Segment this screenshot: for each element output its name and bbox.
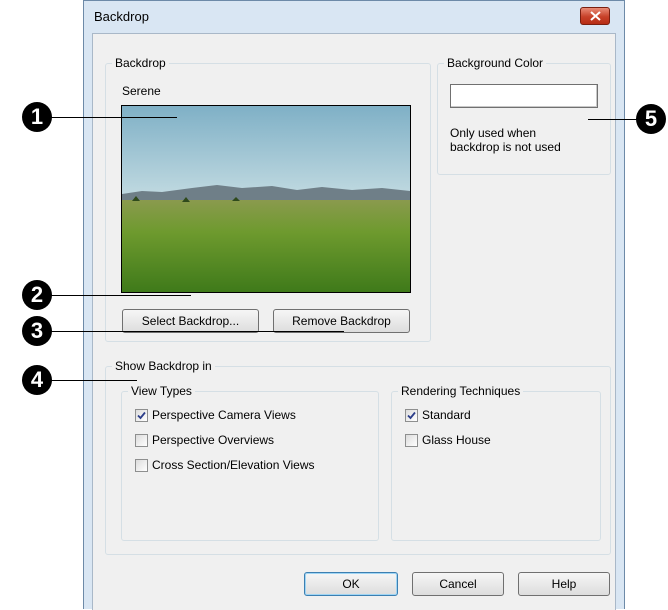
callout-3-leader: [37, 331, 344, 332]
backdrop-group-legend: Backdrop: [112, 56, 169, 70]
background-note-line1: Only used when: [450, 126, 537, 140]
callout-1: 1: [22, 102, 52, 132]
dialog-title: Backdrop: [94, 9, 149, 24]
backdrop-preview-image: [121, 105, 411, 293]
callout-4-leader: [37, 380, 137, 381]
checkmark-icon: [137, 411, 146, 420]
callout-1-leader: [37, 117, 177, 118]
title-bar: Backdrop: [84, 1, 624, 33]
close-button[interactable]: [580, 7, 610, 25]
callout-4: 4: [22, 365, 52, 395]
help-button[interactable]: Help: [518, 572, 610, 596]
dialog-body: Backdrop Serene Select Backdrop... Remov…: [92, 33, 616, 610]
checkbox-box[interactable]: [135, 434, 148, 447]
background-color-swatch[interactable]: [450, 84, 598, 108]
view-types-legend: View Types: [128, 384, 195, 398]
remove-backdrop-button[interactable]: Remove Backdrop: [273, 309, 410, 333]
cancel-button[interactable]: Cancel: [412, 572, 504, 596]
checkbox-box[interactable]: [135, 409, 148, 422]
checkbox-label: Glass House: [422, 433, 491, 447]
checkbox-box[interactable]: [405, 409, 418, 422]
checkbox-label: Standard: [422, 408, 471, 422]
close-icon: [590, 11, 601, 21]
callout-2-leader: [37, 295, 191, 296]
backdrop-name: Serene: [122, 84, 161, 98]
ok-button[interactable]: OK: [304, 572, 398, 596]
callout-5: 5: [636, 104, 666, 134]
callout-3: 3: [22, 316, 52, 346]
background-color-groupbox: Background Color: [437, 56, 611, 175]
checkbox-label: Cross Section/Elevation Views: [152, 458, 315, 472]
checkbox-box[interactable]: [135, 459, 148, 472]
checkbox-label: Perspective Overviews: [152, 433, 275, 447]
callout-2: 2: [22, 280, 52, 310]
background-color-legend: Background Color: [444, 56, 547, 70]
checkbox-box[interactable]: [405, 434, 418, 447]
show-backdrop-legend: Show Backdrop in: [112, 359, 215, 373]
backdrop-dialog: Backdrop Backdrop Serene Select Backdrop…: [83, 0, 625, 610]
select-backdrop-button[interactable]: Select Backdrop...: [122, 309, 259, 333]
background-note-line2: backdrop is not used: [450, 140, 561, 154]
rendering-techniques-legend: Rendering Techniques: [398, 384, 524, 398]
checkbox-label: Perspective Camera Views: [152, 408, 296, 422]
checkmark-icon: [407, 411, 416, 420]
